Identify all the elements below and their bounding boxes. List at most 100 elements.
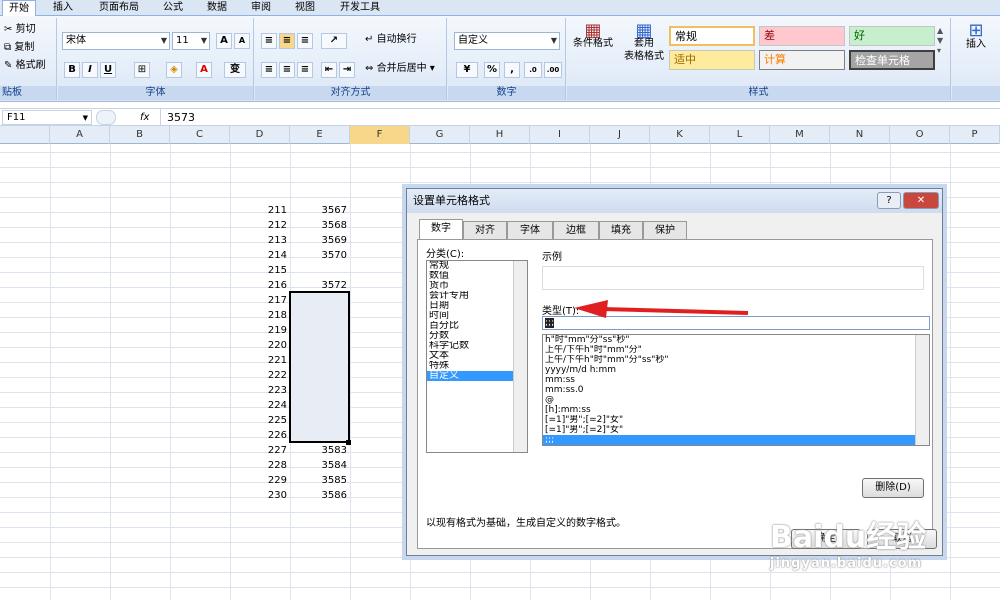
column-header[interactable]: N	[830, 126, 890, 144]
cut-button[interactable]: ✂ 剪切	[4, 22, 36, 38]
category-item[interactable]: 百分比	[427, 321, 527, 331]
column-header[interactable]: I	[530, 126, 590, 144]
select-all-corner[interactable]	[0, 126, 50, 144]
font-size-combo[interactable]: 11 ▼	[172, 32, 210, 50]
row-number-cell[interactable]: 225	[230, 413, 287, 428]
value-cell[interactable]: 3568	[290, 218, 347, 233]
type-item[interactable]: [=1]"男";[=2]"女"	[543, 415, 929, 425]
type-item[interactable]: yyyy/m/d h:mm	[543, 365, 929, 375]
style-check-cell[interactable]: 检查单元格	[849, 50, 935, 70]
styles-scroll-icon[interactable]: ▲ ▼ ▾	[937, 26, 943, 56]
column-header[interactable]: F	[350, 126, 410, 144]
align-middle-icon[interactable]: ≡	[279, 33, 295, 49]
row-number-cell[interactable]: 220	[230, 338, 287, 353]
value-cell[interactable]: 3569	[290, 233, 347, 248]
font-name-combo[interactable]: 宋体 ▼	[62, 32, 170, 50]
tab-protection[interactable]: 保护	[643, 221, 687, 239]
decrease-decimal-button[interactable]: .00	[544, 62, 562, 78]
row-number-cell[interactable]: 214	[230, 248, 287, 263]
value-cell[interactable]	[290, 293, 347, 308]
format-as-table-button[interactable]: ▦ 套用 表格格式	[619, 22, 669, 63]
increase-indent-icon[interactable]: ⇥	[339, 62, 355, 78]
format-painter-button[interactable]: ✎ 格式刷	[4, 58, 46, 74]
row-number-cell[interactable]: 221	[230, 353, 287, 368]
type-item[interactable]: [h]:mm:ss	[543, 405, 929, 415]
column-header[interactable]: H	[470, 126, 530, 144]
column-header[interactable]: P	[950, 126, 1000, 144]
row-number-cell[interactable]: 216	[230, 278, 287, 293]
value-cell[interactable]	[290, 263, 347, 278]
type-item[interactable]: mm:ss	[543, 375, 929, 385]
category-item[interactable]: 时间	[427, 311, 527, 321]
bold-button[interactable]: B	[64, 62, 80, 78]
value-cell[interactable]	[290, 383, 347, 398]
value-cell[interactable]	[290, 398, 347, 413]
row-number-cell[interactable]: 229	[230, 473, 287, 488]
column-header[interactable]: L	[710, 126, 770, 144]
align-bottom-icon[interactable]: ≡	[297, 33, 313, 49]
column-header[interactable]: G	[410, 126, 470, 144]
style-good[interactable]: 好	[849, 26, 935, 46]
row-number-cell[interactable]: 215	[230, 263, 287, 278]
conditional-format-button[interactable]: ▦ 条件格式	[571, 22, 615, 50]
row-number-cell[interactable]: 212	[230, 218, 287, 233]
tab-review[interactable]: 审阅	[244, 0, 278, 16]
type-item[interactable]: [=1]"男";[=2]"女"	[543, 425, 929, 435]
orientation-icon[interactable]: ↗	[321, 33, 347, 49]
align-center-icon[interactable]: ≡	[279, 62, 295, 78]
formula-bar-handle[interactable]	[96, 110, 116, 125]
number-format-combo[interactable]: 自定义 ▼	[454, 32, 560, 50]
increase-decimal-button[interactable]: .0	[524, 62, 542, 78]
tab-alignment[interactable]: 对齐	[463, 221, 507, 239]
merge-center-button[interactable]: ⇔ 合并后居中 ▾	[365, 61, 435, 77]
row-number-cell[interactable]: 219	[230, 323, 287, 338]
value-cell[interactable]: 3567	[290, 203, 347, 218]
category-item-selected[interactable]: 自定义	[427, 371, 527, 381]
column-header[interactable]: D	[230, 126, 290, 144]
comma-button[interactable]: ,	[504, 62, 520, 78]
row-number-cell[interactable]: 222	[230, 368, 287, 383]
phonetic-button[interactable]: 变	[224, 62, 246, 78]
value-cell[interactable]	[290, 428, 347, 443]
style-normal[interactable]: 常规	[669, 26, 755, 46]
wrap-text-button[interactable]: ↵ 自动换行	[365, 32, 417, 48]
tab-view[interactable]: 视图	[288, 0, 322, 16]
column-header[interactable]: E	[290, 126, 350, 144]
close-button[interactable]: ✕	[903, 192, 939, 209]
column-header[interactable]: B	[110, 126, 170, 144]
row-number-cell[interactable]: 217	[230, 293, 287, 308]
percent-button[interactable]: %	[484, 62, 500, 78]
style-calculation[interactable]: 计算	[759, 50, 845, 70]
insert-cells-button[interactable]: ⊞ 插入	[958, 22, 994, 52]
category-item[interactable]: 文本	[427, 351, 527, 361]
currency-icon[interactable]: ¥	[456, 62, 478, 78]
style-neutral[interactable]: 适中	[669, 50, 755, 70]
tab-page-layout[interactable]: 页面布局	[92, 0, 146, 16]
value-cell[interactable]	[290, 323, 347, 338]
style-bad[interactable]: 差	[759, 26, 845, 46]
italic-button[interactable]: I	[82, 62, 98, 78]
tab-font[interactable]: 字体	[507, 221, 553, 239]
row-number-cell[interactable]: 211	[230, 203, 287, 218]
category-item[interactable]: 分数	[427, 331, 527, 341]
value-cell[interactable]: 3570	[290, 248, 347, 263]
category-item[interactable]: 常规	[427, 261, 527, 271]
type-item[interactable]: h"时"mm"分"ss"秒"	[543, 335, 929, 345]
formula-input[interactable]: 3573	[160, 109, 1000, 126]
row-number-cell[interactable]: 218	[230, 308, 287, 323]
name-box[interactable]: F11 ▼	[2, 110, 92, 125]
category-item[interactable]: 会计专用	[427, 291, 527, 301]
type-item-selected[interactable]: ;;;	[543, 435, 929, 445]
value-cell[interactable]	[290, 308, 347, 323]
column-header[interactable]: K	[650, 126, 710, 144]
fill-color-button[interactable]: ◈	[166, 62, 182, 78]
border-button[interactable]: ⊞	[134, 62, 150, 78]
row-number-cell[interactable]: 227	[230, 443, 287, 458]
row-number-cell[interactable]: 230	[230, 488, 287, 503]
tab-formulas[interactable]: 公式	[156, 0, 190, 16]
help-button[interactable]: ?	[877, 192, 901, 209]
tab-border[interactable]: 边框	[553, 221, 599, 239]
value-cell[interactable]	[290, 368, 347, 383]
column-header[interactable]: A	[50, 126, 110, 144]
copy-button[interactable]: ⧉ 复制	[4, 40, 34, 56]
